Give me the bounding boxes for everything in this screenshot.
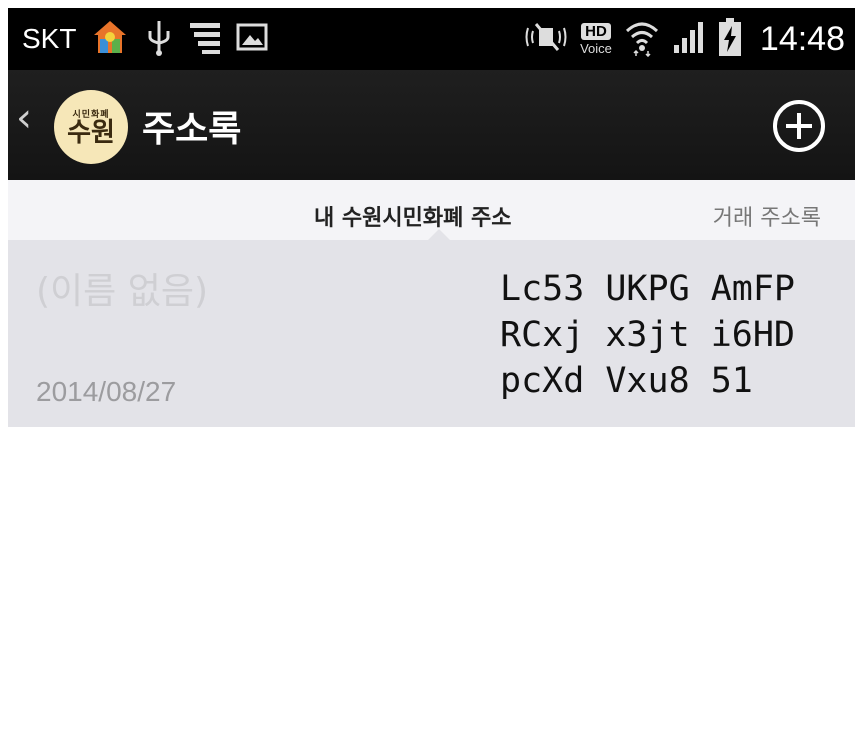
wifi-icon <box>624 17 660 61</box>
hd-label: HD <box>581 23 611 40</box>
carrier-label: SKT <box>22 23 77 54</box>
usb-icon <box>144 17 174 61</box>
address-line: Lc53 UKPG AmFP <box>500 269 796 309</box>
notification-list-icon <box>188 19 222 59</box>
logo-text: 수원 <box>67 117 115 148</box>
app-logo[interactable]: 시민화폐 수원 <box>54 90 128 164</box>
battery-charging-icon <box>718 17 742 61</box>
signal-icon <box>672 19 706 59</box>
tab-bar: 내 수원시민화폐 주소 거래 주소록 <box>8 180 855 240</box>
address-line: pcXd Vxu8 51 <box>500 361 753 401</box>
clock: 14:48 <box>759 19 845 58</box>
address-name: (이름 없음) <box>36 271 209 312</box>
action-bar: ‹ 시민화폐 수원 주소록 <box>8 70 855 180</box>
app-notification-icon <box>90 17 130 61</box>
address-list-item[interactable]: (이름 없음) 2014/08/27 Lc53 UKPG AmFP RCxj x… <box>8 240 855 427</box>
add-address-button[interactable] <box>771 98 827 154</box>
back-chevron-icon[interactable]: ‹ <box>16 98 32 138</box>
tab-trade-addressbook[interactable]: 거래 주소록 <box>713 200 821 232</box>
status-bar: SKT HD Voice 14:48 <box>8 8 855 70</box>
tab-my-address[interactable]: 내 수원시민화폐 주소 <box>314 200 511 232</box>
vibrate-mute-icon <box>524 20 568 58</box>
image-icon <box>236 21 268 57</box>
address-line: RCxj x3jt i6HD <box>500 315 796 355</box>
page-title: 주소록 <box>142 109 242 150</box>
tab-indicator <box>428 229 450 240</box>
app-frame: SKT HD Voice 14:48 ‹ 시민화폐 수원 주소록 내 수원시민화… <box>8 8 855 744</box>
hd-voice-icon: HD Voice <box>580 23 612 55</box>
wallet-address: Lc53 UKPG AmFP RCxj x3jt i6HD pcXd Vxu8 … <box>500 266 795 404</box>
voice-label: Voice <box>580 41 612 56</box>
plus-circle-icon <box>773 100 825 152</box>
address-date: 2014/08/27 <box>36 376 177 407</box>
